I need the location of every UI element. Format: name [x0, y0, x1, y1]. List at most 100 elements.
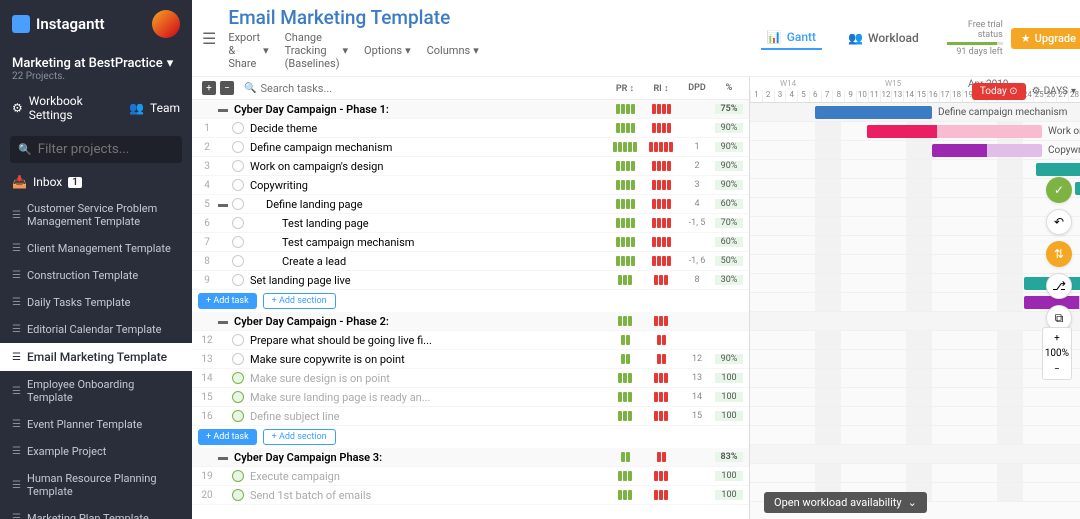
- task-row[interactable]: 8Create a lead-1, 650%: [192, 252, 749, 271]
- task-row[interactable]: 6Test landing page-1, 570%: [192, 214, 749, 233]
- gantt-chart[interactable]: Today ⊙ ⚙DAYS ▾ Apr 2019 W14 W15 W16 W17…: [750, 77, 1080, 519]
- task-row[interactable]: ▬Cyber Day Campaign - Phase 2:: [192, 312, 749, 331]
- zoom-out-button[interactable]: −: [1047, 361, 1067, 377]
- hamburger-icon[interactable]: ☰: [202, 29, 216, 48]
- collapse-icon[interactable]: ▬: [216, 104, 230, 115]
- sidebar-project-item[interactable]: ☰Customer Service Problem Management Tem…: [0, 195, 192, 235]
- search-input[interactable]: [260, 82, 601, 95]
- add-task-button[interactable]: + Add task: [198, 293, 257, 309]
- gantt-row[interactable]: Cyber D: [750, 274, 1080, 293]
- gantt-bar[interactable]: Define campaign mechanism: [815, 106, 932, 119]
- check-circle-icon[interactable]: [232, 160, 244, 172]
- gantt-row[interactable]: Test landing page: [750, 179, 1080, 198]
- task-row[interactable]: 4Copywriting390%: [192, 176, 749, 195]
- check-circle-icon[interactable]: [232, 470, 244, 482]
- inbox[interactable]: 📥 Inbox 1: [0, 169, 192, 195]
- gantt-body[interactable]: Cyber Day Campaign - Ph In SyncDecide th…: [750, 103, 1080, 502]
- gantt-row[interactable]: Define campaign mechanism: [750, 103, 1080, 122]
- submenu-item[interactable]: Options ▾: [364, 44, 411, 57]
- check-circle-icon[interactable]: [232, 334, 244, 346]
- today-button[interactable]: Today ⊙: [972, 83, 1026, 100]
- expand-all-button[interactable]: +: [202, 81, 216, 95]
- task-row[interactable]: 13Make sure copywrite is on point1290%: [192, 350, 749, 369]
- check-circle-icon[interactable]: [232, 489, 244, 501]
- sidebar-project-item[interactable]: ☰Email Marketing Template: [0, 343, 192, 371]
- gantt-row[interactable]: [750, 255, 1080, 274]
- gantt-bar[interactable]: Copywriting: [932, 144, 1042, 157]
- sidebar-project-item[interactable]: ☰Employee Onboarding Template: [0, 371, 192, 411]
- task-row[interactable]: 5▬Define landing page460%: [192, 195, 749, 214]
- check-circle-icon[interactable]: [232, 255, 244, 267]
- sidebar-project-item[interactable]: ☰Human Resource Planning Template: [0, 465, 192, 505]
- gantt-row[interactable]: Test campaign mechanism: [750, 198, 1080, 217]
- add-task-button[interactable]: + Add task: [198, 429, 257, 445]
- task-row[interactable]: 20Send 1st batch of emails100: [192, 486, 749, 505]
- tab-gantt[interactable]: 📊Gantt: [761, 26, 822, 50]
- gantt-row[interactable]: [750, 407, 1080, 426]
- avatar[interactable]: [152, 10, 180, 38]
- logo[interactable]: Instagantt: [0, 0, 192, 48]
- filter-projects[interactable]: 🔍: [10, 136, 182, 163]
- gantt-row[interactable]: Define landing page: [750, 160, 1080, 179]
- col-pr[interactable]: PR ↕: [607, 83, 643, 94]
- gantt-bar[interactable]: Test landing page: [1075, 182, 1080, 195]
- sidebar-project-item[interactable]: ☰Daily Tasks Template: [0, 289, 192, 316]
- collapse-all-button[interactable]: −: [220, 81, 234, 95]
- task-row[interactable]: 12Prepare what should be going live fi..…: [192, 331, 749, 350]
- check-circle-icon[interactable]: [232, 198, 244, 210]
- check-circle-icon[interactable]: [232, 274, 244, 286]
- task-row[interactable]: 19Execute campaign100: [192, 467, 749, 486]
- sort-float-button[interactable]: ⇅: [1046, 241, 1072, 267]
- add-section-button[interactable]: + Add section: [263, 429, 336, 445]
- check-circle-icon[interactable]: [232, 391, 244, 403]
- col-dpd[interactable]: DPD: [679, 83, 715, 93]
- workload-toggle[interactable]: Open workload availability ⌄: [764, 492, 927, 513]
- gantt-bar[interactable]: Define landing page: [1036, 163, 1080, 176]
- task-row[interactable]: 9Set landing page live830%: [192, 271, 749, 290]
- check-circle-icon[interactable]: [232, 372, 244, 384]
- branch-float-button[interactable]: ⎇: [1046, 273, 1072, 299]
- upgrade-button[interactable]: ★Upgrade: [1011, 28, 1080, 49]
- check-circle-icon[interactable]: [232, 122, 244, 134]
- col-ri[interactable]: RI ↕: [643, 83, 679, 94]
- sidebar-project-item[interactable]: ☰Editorial Calendar Template: [0, 316, 192, 343]
- task-row[interactable]: ▬Cyber Day Campaign Phase 3:83%: [192, 448, 749, 467]
- submenu-item[interactable]: Columns ▾: [427, 44, 479, 57]
- check-float-button[interactable]: ✓: [1046, 177, 1072, 203]
- check-circle-icon[interactable]: [232, 141, 244, 153]
- gantt-row[interactable]: Work on campaign's design: [750, 122, 1080, 141]
- sidebar-project-item[interactable]: ☰Client Management Template: [0, 235, 192, 262]
- gantt-row[interactable]: Copywriting: [750, 141, 1080, 160]
- gantt-row[interactable]: Execute camp: [750, 426, 1080, 445]
- workbook-settings[interactable]: ⚙Workbook Settings: [12, 94, 117, 122]
- check-circle-icon[interactable]: [232, 179, 244, 191]
- gantt-row[interactable]: Create a lead: [750, 217, 1080, 236]
- task-row[interactable]: 2Define campaign mechanism190%: [192, 138, 749, 157]
- task-row[interactable]: 1Decide theme90%: [192, 119, 749, 138]
- gantt-row[interactable]: Send 2nd batch of emails: [750, 445, 1080, 464]
- gantt-row[interactable]: Make sure lan: [750, 350, 1080, 369]
- sidebar-project-item[interactable]: ☰Construction Template: [0, 262, 192, 289]
- sidebar-project-item[interactable]: ☰Example Project: [0, 438, 192, 465]
- check-circle-icon[interactable]: [232, 236, 244, 248]
- workspace-selector[interactable]: Marketing at BestPractice ▾ 22 Projects.: [0, 48, 192, 86]
- check-circle-icon[interactable]: [232, 410, 244, 422]
- task-row[interactable]: 7Test campaign mechanism60%: [192, 233, 749, 252]
- task-row[interactable]: 14Make sure design is on point13100: [192, 369, 749, 388]
- gantt-row[interactable]: [750, 388, 1080, 407]
- collapse-icon[interactable]: ▬: [216, 199, 230, 210]
- gantt-row[interactable]: Define subject: [750, 369, 1080, 388]
- task-row[interactable]: 16Define subject line15100: [192, 407, 749, 426]
- sidebar-project-item[interactable]: ☰Marketing Plan Template: [0, 505, 192, 519]
- task-row[interactable]: 3Work on campaign's design290%: [192, 157, 749, 176]
- gantt-row[interactable]: Make sure design: [750, 331, 1080, 350]
- gantt-row[interactable]: [750, 464, 1080, 483]
- zoom-in-button[interactable]: +: [1047, 330, 1067, 346]
- filter-input[interactable]: [38, 142, 174, 157]
- tab-workload[interactable]: 👥Workload: [842, 26, 925, 50]
- gantt-bar[interactable]: Work on campaign's design: [867, 125, 1042, 138]
- task-row[interactable]: ▬Cyber Day Campaign - Phase 1:75%: [192, 100, 749, 119]
- submenu-item[interactable]: Change Tracking (Baselines) ▾: [285, 31, 348, 70]
- days-selector[interactable]: ⚙DAYS ▾: [1032, 86, 1076, 97]
- check-circle-icon[interactable]: [232, 353, 244, 365]
